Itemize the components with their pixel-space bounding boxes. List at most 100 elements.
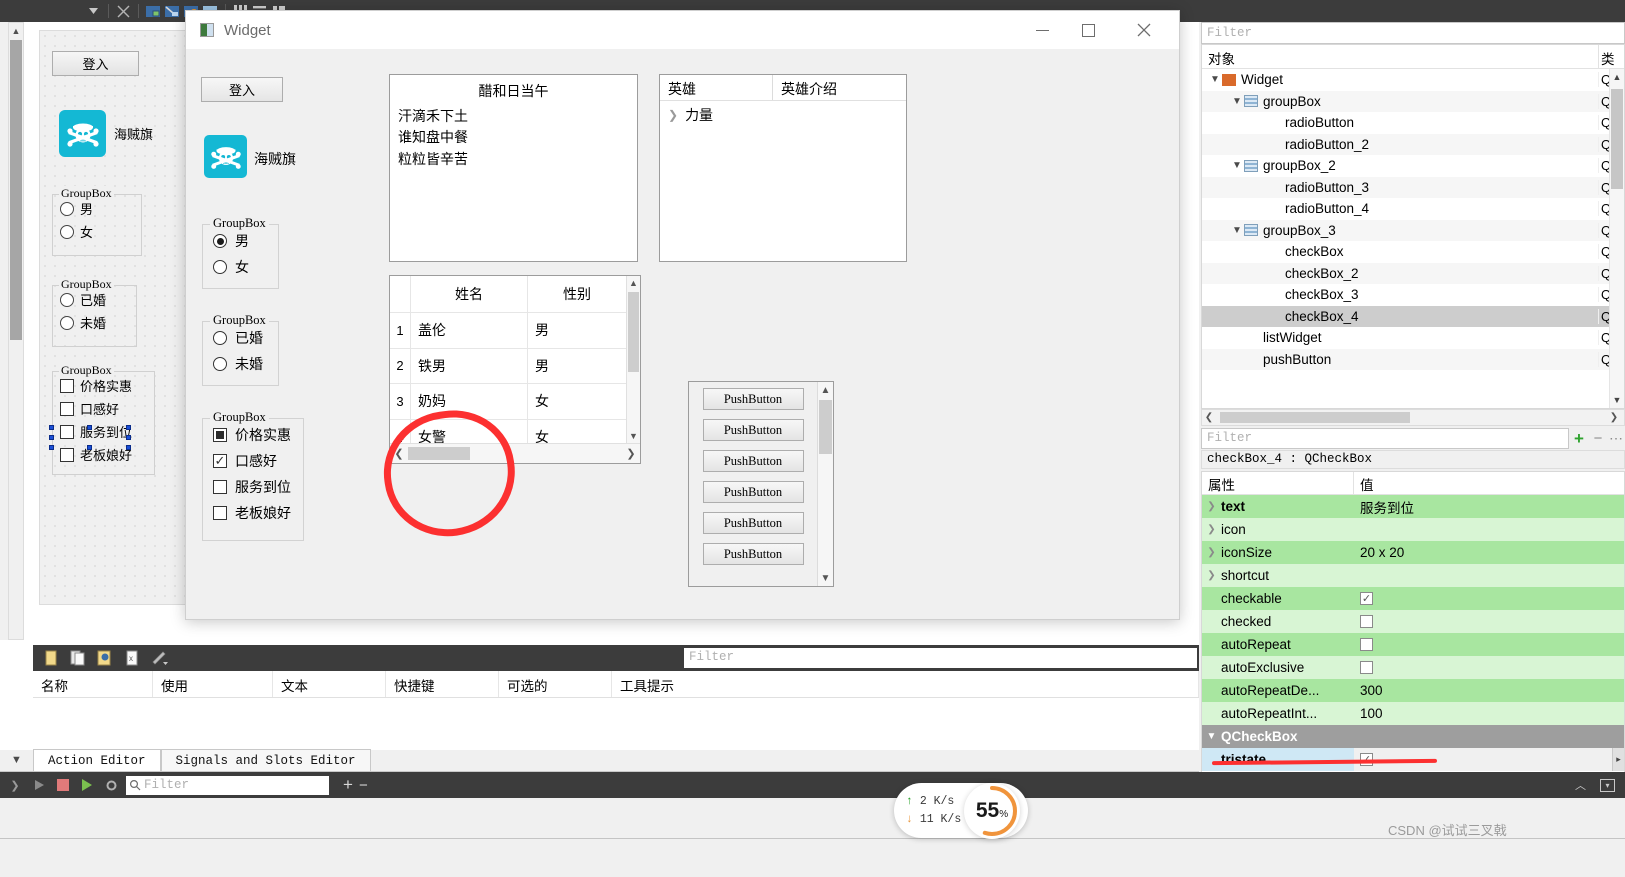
chevron-down-icon[interactable]: ▼: [1208, 74, 1222, 85]
object-column-class[interactable]: 类: [1598, 45, 1624, 68]
scrollbar-thumb[interactable]: [819, 400, 832, 454]
list-item[interactable]: PushButton: [702, 512, 804, 534]
app-radio-female[interactable]: 女: [213, 257, 278, 277]
property-row-iconSize[interactable]: ❯ iconSize 20 x 20: [1202, 541, 1624, 564]
tree-column-hero[interactable]: 英雄: [660, 75, 773, 100]
property-value-cell[interactable]: 服务到位: [1354, 495, 1624, 518]
designer-radio-male[interactable]: 男: [60, 199, 141, 218]
window-titlebar[interactable]: Widget: [186, 11, 1179, 49]
chevron-down-icon[interactable]: ▼: [1230, 225, 1244, 236]
scrollbar-thumb[interactable]: [1611, 89, 1623, 189]
app-radio-married[interactable]: 已婚: [213, 328, 278, 348]
action-filter-input[interactable]: Filter: [684, 648, 1197, 668]
property-value-cell[interactable]: ✓: [1354, 587, 1624, 610]
action-column-tooltip[interactable]: 工具提示: [612, 671, 1199, 697]
designer-groupbox-2[interactable]: GroupBox 已婚 未婚: [52, 277, 137, 347]
property-reset-button[interactable]: ▸: [1612, 748, 1624, 771]
scroll-right-icon[interactable]: ❯: [1604, 412, 1624, 423]
table-row[interactable]: 1 盖伦 男: [390, 313, 626, 349]
list-item[interactable]: PushButton: [702, 481, 804, 503]
tab-signals-slots-editor[interactable]: Signals and Slots Editor: [160, 749, 371, 771]
object-tree-row-checkBox_4[interactable]: checkBox_4 Q: [1202, 305, 1624, 327]
run-icon[interactable]: [30, 776, 48, 794]
action-column-text[interactable]: 文本: [273, 671, 386, 697]
list-item[interactable]: PushButton: [702, 388, 804, 410]
designer-radio-married[interactable]: 已婚: [60, 290, 136, 309]
table-vertical-scrollbar[interactable]: ▲ ▼: [626, 276, 640, 443]
scroll-down-icon[interactable]: ▼: [1610, 395, 1624, 405]
checkbox-square-icon[interactable]: [1360, 615, 1373, 628]
checkbox-square-icon[interactable]: [1360, 638, 1373, 651]
scroll-left-icon[interactable]: ❮: [390, 447, 408, 460]
table-cell-gender[interactable]: 女: [527, 419, 626, 443]
checkbox-checked-icon[interactable]: ✓: [1360, 592, 1373, 605]
object-tree-row-pushButton[interactable]: pushButton Q: [1202, 348, 1624, 370]
property-row-checkable[interactable]: checkable ✓: [1202, 587, 1624, 610]
object-tree-row-radioButton_4[interactable]: radioButton_4 Q: [1202, 198, 1624, 220]
property-value-cell[interactable]: 100: [1354, 702, 1624, 725]
panel-toggle-icon[interactable]: ▾: [1600, 778, 1615, 792]
dropdown-arrow-icon[interactable]: [84, 2, 103, 20]
object-tree-row-checkBox[interactable]: checkBox Q: [1202, 241, 1624, 263]
table-row[interactable]: 4 女警 女: [390, 419, 626, 443]
object-tree-row-Widget[interactable]: ▼ Widget Q: [1202, 69, 1624, 91]
chevron-right-icon[interactable]: ❯: [1202, 547, 1221, 558]
scroll-up-icon[interactable]: ▲: [1610, 69, 1624, 82]
list-item[interactable]: PushButton: [702, 419, 804, 441]
table-column-gender[interactable]: 性别: [527, 276, 626, 312]
tree-row-strength[interactable]: ❯ 力量: [660, 101, 906, 125]
property-column-key[interactable]: 属性: [1202, 472, 1354, 494]
property-value-cell[interactable]: [1354, 656, 1624, 679]
property-value-cell[interactable]: 20 x 20: [1354, 541, 1624, 564]
designer-groupbox-1[interactable]: GroupBox 男 女: [52, 186, 142, 256]
scroll-down-icon[interactable]: ▼: [627, 431, 640, 441]
scroll-up-icon[interactable]: ▲: [9, 23, 23, 39]
scroll-up-icon[interactable]: ▲: [627, 276, 640, 288]
cpu-usage-ring[interactable]: 55%: [964, 783, 1020, 839]
collapse-panel-icon[interactable]: ▼: [0, 749, 33, 771]
scrollbar-thumb[interactable]: [1220, 412, 1410, 423]
property-value-cell[interactable]: [1354, 564, 1624, 587]
property-value-cell[interactable]: [1354, 633, 1624, 656]
scrollbar-thumb[interactable]: [10, 40, 22, 340]
signal-slot-icon[interactable]: [163, 2, 182, 20]
app-groupbox-feedback[interactable]: GroupBox 价格实惠 口感好 服务到位 老板娘好: [202, 410, 304, 541]
property-value-cell[interactable]: [1354, 518, 1624, 541]
chevron-down-icon[interactable]: ▼: [1202, 731, 1221, 742]
table-row[interactable]: 3 奶妈 女: [390, 384, 626, 420]
window-minimize-button[interactable]: [1019, 11, 1065, 49]
property-row-autoRepeat[interactable]: autoRepeat: [1202, 633, 1624, 656]
tree-column-intro[interactable]: 英雄介绍: [773, 75, 837, 100]
app-groupbox-gender[interactable]: GroupBox 男 女: [202, 216, 279, 289]
widget-edit-icon[interactable]: [144, 2, 163, 20]
table-cell-name[interactable]: 铁男: [410, 348, 527, 384]
designer-radio-single[interactable]: 未婚: [60, 313, 136, 332]
property-value-cell[interactable]: 300: [1354, 679, 1624, 702]
app-radio-male[interactable]: 男: [213, 231, 278, 251]
designer-check-boss[interactable]: 老板娘好: [60, 445, 154, 464]
table-row[interactable]: 2 铁男 男: [390, 348, 626, 385]
scroll-right-icon[interactable]: ❯: [622, 447, 640, 460]
property-row-shortcut[interactable]: ❯ shortcut: [1202, 564, 1624, 587]
object-tree-vertical-scrollbar[interactable]: ▲ ▼: [1609, 69, 1624, 408]
chevron-right-icon[interactable]: ❯: [668, 108, 678, 122]
object-tree-row-groupBox_3[interactable]: ▼ groupBox_3 Q: [1202, 219, 1624, 241]
action-column-shortcut[interactable]: 快捷键: [386, 671, 499, 697]
status-filter-input[interactable]: Filter: [126, 775, 329, 795]
chevron-up-icon[interactable]: ︿: [1575, 777, 1586, 793]
app-login-button[interactable]: 登入: [201, 77, 283, 102]
app-tree-widget[interactable]: 英雄 英雄介绍 ❯ 力量: [659, 74, 907, 262]
remove-property-button[interactable]: −: [1589, 428, 1607, 449]
scroll-left-icon[interactable]: ❮: [1202, 412, 1216, 423]
settings-wrench-icon[interactable]: [149, 648, 169, 668]
table-cell-name[interactable]: 女警: [410, 419, 527, 443]
action-column-checkable[interactable]: 可选的: [499, 671, 612, 697]
object-inspector[interactable]: 对象 类 ▼ Widget Q ▼ groupBox QradioButton Qradio…: [1201, 44, 1625, 409]
property-row-checked[interactable]: checked: [1202, 610, 1624, 633]
action-column-name[interactable]: 名称: [33, 671, 153, 697]
designer-check-price[interactable]: 价格实惠: [60, 376, 154, 395]
table-cell-gender[interactable]: 男: [527, 313, 626, 348]
add-property-button[interactable]: +: [1569, 428, 1589, 449]
app-check-boss[interactable]: 老板娘好: [213, 503, 303, 523]
property-row-autoRepeatDe[interactable]: autoRepeatDe... 300: [1202, 679, 1624, 702]
